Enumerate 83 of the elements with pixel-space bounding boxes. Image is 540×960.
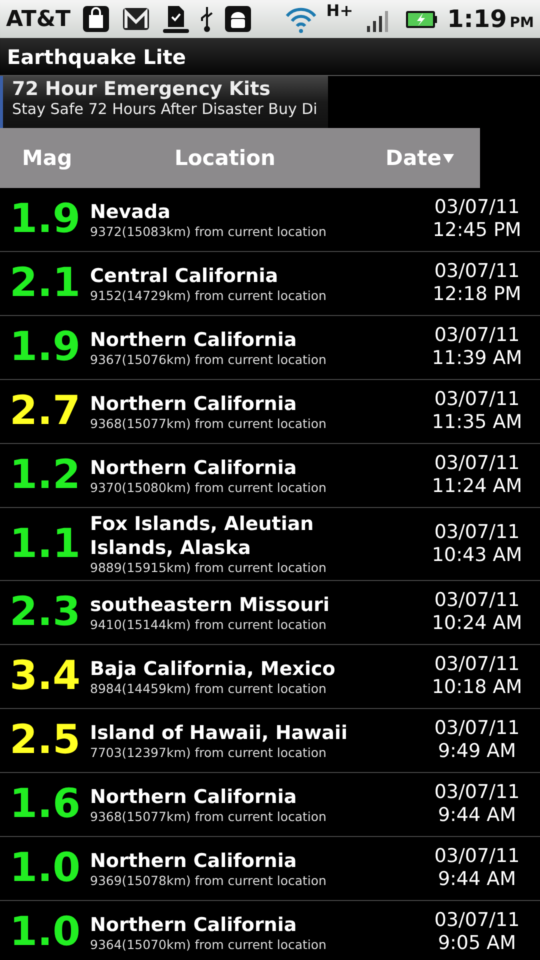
location-name: southeastern Missouri [90,592,330,616]
magnitude: 1.9 [10,324,80,370]
usb-icon [200,6,213,32]
magnitude: 1.0 [10,845,80,891]
quake-time: 11:39 AM [432,347,522,370]
quake-time: 9:44 AM [438,804,516,827]
earthquake-row[interactable]: 3.4 Baja California, Mexico 8984(14459km) from current location 03/07/11 10:18 AM [0,645,540,709]
distance-text: 9889(15915km) from current location [90,560,328,575]
magnitude: 1.1 [10,520,80,566]
distance-text: 9368(15077km) from current location [90,808,328,824]
location-name: Northern California [90,328,298,352]
quake-time: 10:18 AM [432,676,522,699]
distance-text: 9367(15076km) from current location [90,352,328,366]
quake-date: 03/07/11 [434,589,520,612]
quake-date: 03/07/11 [434,717,520,740]
quake-date: 03/07/11 [434,781,520,804]
earthquake-row[interactable]: 1.9 Northern California 9367(15076km) from current location 03/07/11 11:39 AM [0,316,540,380]
distance-text: 9372(15083km) from current location [90,224,328,238]
quake-date: 03/07/11 [434,388,520,411]
earthquake-row[interactable]: 1.0 Northern California 9364(15070km) from current location 03/07/11 9:05 AM [0,901,540,960]
magnitude: 1.2 [10,452,80,498]
earthquake-row[interactable]: 2.3 southeastern Missouri 9410(15144km) from current location 03/07/11 10:24 AM [0,581,540,645]
earthquake-row[interactable]: 2.5 Island of Hawaii, Hawaii 7703(12397km) from current location 03/07/11 9:49 AM [0,709,540,773]
magnitude: 2.7 [10,388,80,434]
location-name: Northern California [90,912,298,936]
network-type: H+ [326,1,354,20]
quake-date: 03/07/11 [434,196,520,219]
quake-time: 11:35 AM [432,411,522,434]
quake-date: 03/07/11 [434,909,520,932]
ad-text: Stay Safe 72 Hours After Disaster Buy Di [12,100,318,118]
magnitude: 2.5 [10,717,80,763]
location-name: Nevada [90,200,172,224]
distance-text: 9152(14729km) from current location [90,288,328,302]
quake-date: 03/07/11 [434,260,520,283]
quake-time: 12:45 PM [432,219,522,242]
earthquake-row[interactable]: 2.7 Northern California 9368(15077km) from current location 03/07/11 11:35 AM [0,380,540,444]
quake-time: 12:18 PM [432,283,522,306]
location-name: Northern California [90,784,298,808]
quake-date: 03/07/11 [434,845,520,868]
earthquake-row[interactable]: 1.9 Nevada 9372(15083km) from current location 03/07/11 12:45 PM [0,188,540,252]
quake-time: 10:24 AM [432,612,522,635]
magnitude: 1.9 [10,196,80,242]
app-title: Earthquake Lite [7,44,186,68]
location-name: Northern California [90,848,298,872]
carrier-name: AT&T [6,6,71,32]
quake-time: 10:43 AM [432,544,522,566]
magnitude: 3.4 [10,653,80,699]
location-name: Fox Islands, Aleutian Islands, Alaska [90,512,315,560]
sort-caret-icon [443,154,454,162]
location-name: Northern California [90,392,298,416]
location-name: Island of Hawaii, Hawaii [90,720,348,744]
quake-date: 03/07/11 [434,653,520,676]
quake-time: 9:44 AM [438,868,516,891]
distance-text: 9410(15144km) from current location [90,616,328,632]
location-name: Northern California [90,456,298,480]
quake-date: 03/07/11 [434,452,520,475]
magnitude: 1.6 [10,781,80,827]
quake-time: 9:05 AM [438,932,516,955]
distance-text: 9369(15078km) from current location [90,872,328,888]
shopping-bag-icon [80,4,111,34]
distance-text: 9364(15070km) from current location [90,936,328,952]
distance-text: 9368(15077km) from current location [90,416,328,430]
earthquake-row[interactable]: 2.1 Central California 9152(14729km) from current location 03/07/11 12:18 PM [0,252,540,316]
clock-period: PM [510,15,534,31]
location-name: Baja California, Mexico [90,656,336,680]
download-done-icon [160,4,191,34]
magnitude: 2.3 [10,589,80,635]
distance-text: 8984(14459km) from current location [90,680,328,696]
earthquake-row[interactable]: 1.2 Northern California 9370(15080km) from current location 03/07/11 11:24 AM [0,444,540,508]
earthquake-row[interactable]: 1.6 Northern California 9368(15077km) from current location 03/07/11 9:44 AM [0,773,540,837]
quake-time: 9:49 AM [438,740,516,763]
ad-title: 72 Hour Emergency Kits [12,78,272,100]
location-name: Central California [90,264,280,288]
distance-text: 7703(12397km) from current location [90,744,328,760]
magnitude: 1.0 [10,909,80,955]
distance-text: 9370(15080km) from current location [90,480,328,494]
clock-time: 1:19 [447,5,507,33]
quake-date: 03/07/11 [434,324,520,347]
quake-time: 11:24 AM [432,475,522,498]
earthquake-row[interactable]: 1.0 Northern California 9369(15078km) from current location 03/07/11 9:44 AM [0,837,540,901]
magnitude: 2.1 [10,260,80,306]
quake-date: 03/07/11 [434,520,520,544]
ad-banner[interactable]: 72 Hour Emergency Kits Stay Safe 72 Hours After Disaster Buy Di [0,76,328,128]
